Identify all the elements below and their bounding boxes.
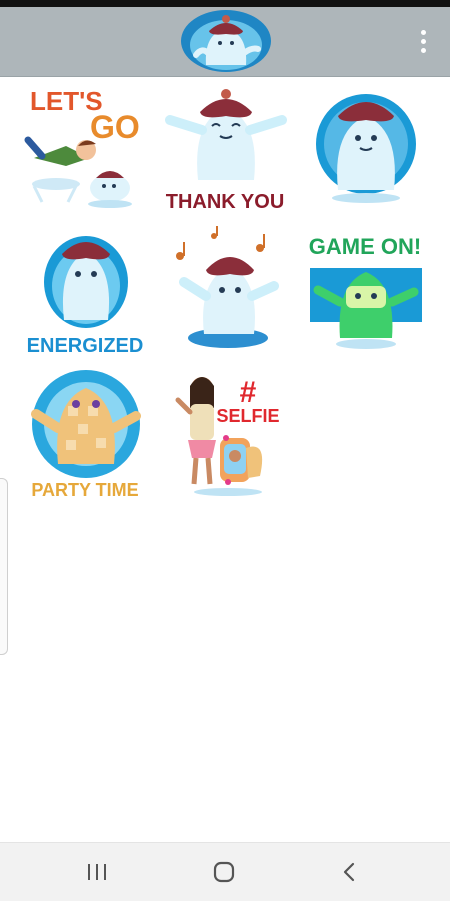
sticker-party-time[interactable]: PARTY TIME	[16, 368, 154, 506]
sticker-mascot-blue[interactable]	[296, 80, 434, 218]
app-header	[0, 7, 450, 77]
edge-panel-handle[interactable]	[0, 478, 8, 655]
sticker-text: ENERGIZED	[27, 335, 144, 357]
sticker-text: PARTY TIME	[31, 480, 138, 500]
back-icon[interactable]	[304, 843, 394, 901]
sticker-text: GO	[90, 109, 140, 145]
status-bar	[0, 0, 450, 7]
navigation-bar	[0, 842, 450, 901]
sticker-text: THANK YOU	[166, 191, 285, 213]
recents-icon[interactable]	[52, 843, 142, 901]
sticker-text: GAME ON!	[309, 234, 421, 259]
sticker-lets-go[interactable]: LET'S GO	[16, 80, 154, 218]
sticker-selfie[interactable]: # SELFIE	[156, 368, 294, 506]
sticker-text: SELFIE	[216, 406, 279, 426]
home-icon[interactable]	[179, 843, 269, 901]
mascot-avatar-icon[interactable]	[180, 9, 272, 73]
sticker-game-on[interactable]: GAME ON!	[296, 226, 434, 364]
more-vert-icon[interactable]	[410, 25, 436, 57]
sticker-thank-you[interactable]: THANK YOU	[156, 80, 294, 218]
sticker-text: #	[240, 376, 257, 409]
sticker-dancing[interactable]	[156, 226, 294, 364]
sticker-energized[interactable]: ENERGIZED	[16, 226, 154, 364]
